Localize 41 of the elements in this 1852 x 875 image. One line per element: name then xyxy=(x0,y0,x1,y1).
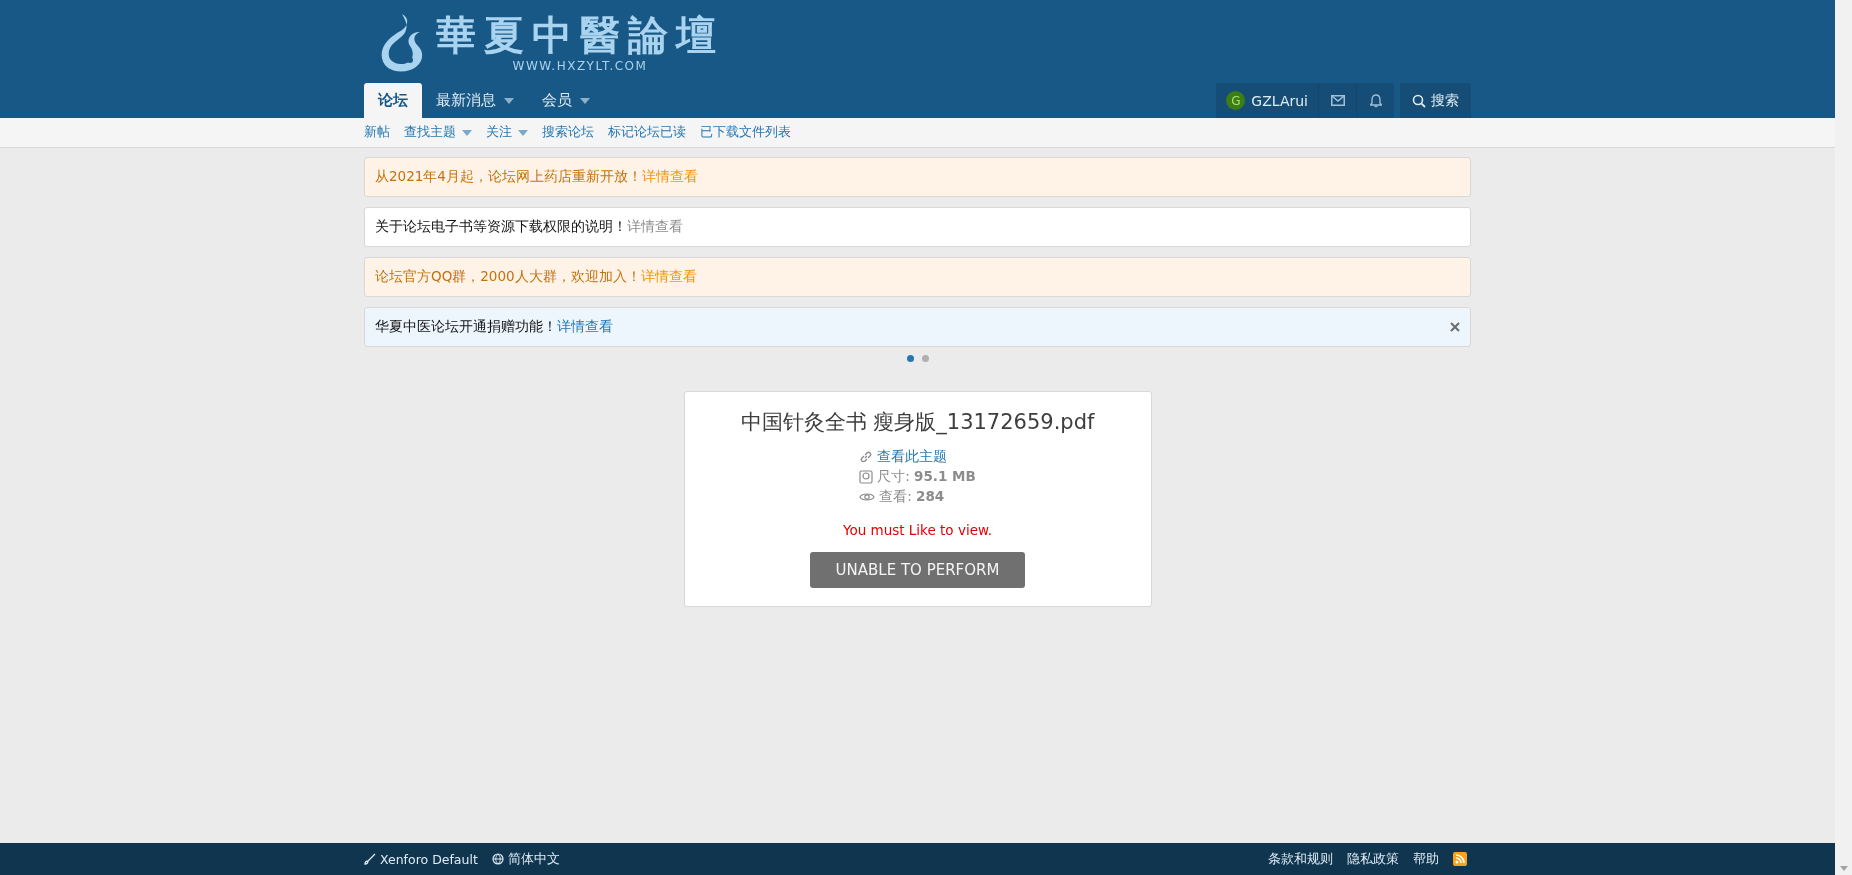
eye-icon xyxy=(859,491,876,503)
notice-text: 从2021年4月起，论坛网上药店重新开放！详情查看 xyxy=(375,168,698,186)
sub-nav-link[interactable]: 查找主题 xyxy=(404,124,472,141)
brush-icon xyxy=(364,853,376,865)
thread-link[interactable]: 查看此主题 xyxy=(877,448,948,466)
globe-icon xyxy=(491,853,504,865)
footer-link[interactable]: 条款和规则 xyxy=(1268,850,1333,868)
notice-text: 关于论坛电子书等资源下载权限的说明！详情查看 xyxy=(375,218,683,236)
file-title: 中国针灸全书 瘦身版_13172659.pdf xyxy=(740,409,1095,436)
nav-tab[interactable]: 最新消息 xyxy=(422,83,528,118)
nav-tab[interactable]: 论坛 xyxy=(364,83,422,118)
scrollbar[interactable] xyxy=(1835,0,1852,875)
logo-subtitle: WWW.HXZYLT.COM xyxy=(512,58,648,73)
pager-dot[interactable] xyxy=(906,354,914,362)
search-button[interactable]: 搜索 xyxy=(1400,83,1471,118)
pager-dot[interactable] xyxy=(921,354,929,362)
sub-nav-link[interactable]: 搜索论坛 xyxy=(542,124,594,141)
search-icon xyxy=(1412,93,1426,108)
sub-nav-link[interactable]: 标记论坛已读 xyxy=(608,124,686,141)
footer-link[interactable]: 帮助 xyxy=(1413,850,1439,868)
link-icon xyxy=(859,450,874,464)
nav-tab[interactable]: 会员 xyxy=(528,83,604,118)
language-link[interactable]: 简体中文 xyxy=(491,850,560,868)
view-count: 查看: 284 xyxy=(879,488,945,506)
logo-title: 華夏中醫論壇 xyxy=(436,10,724,59)
style-link[interactable]: Xenforo Default xyxy=(364,851,478,867)
sub-nav-link[interactable]: 新帖 xyxy=(364,124,390,141)
sub-nav-link[interactable]: 关注 xyxy=(486,124,528,141)
notice-text: 华夏中医论坛开通捐赠功能！详情查看 xyxy=(375,318,613,336)
unable-button[interactable]: UNABLE TO PERFORM xyxy=(810,552,1025,588)
notice-text: 论坛官方QQ群，2000人大群，欢迎加入！详情查看 xyxy=(375,268,697,286)
notice-link[interactable]: 详情查看 xyxy=(557,318,613,334)
down-arrow-icon[interactable] xyxy=(1839,866,1848,871)
footer-link[interactable]: 隐私政策 xyxy=(1347,850,1399,868)
file-size: 尺寸: 95.1 MB xyxy=(877,468,976,486)
close-icon[interactable] xyxy=(1450,322,1460,332)
rss-icon[interactable] xyxy=(1453,852,1467,866)
sub-nav-link[interactable]: 已下载文件列表 xyxy=(700,124,791,141)
avatar: G xyxy=(1226,91,1246,110)
like-warning: You must Like to view. xyxy=(842,522,993,538)
notice-link[interactable]: 详情查看 xyxy=(627,218,683,234)
